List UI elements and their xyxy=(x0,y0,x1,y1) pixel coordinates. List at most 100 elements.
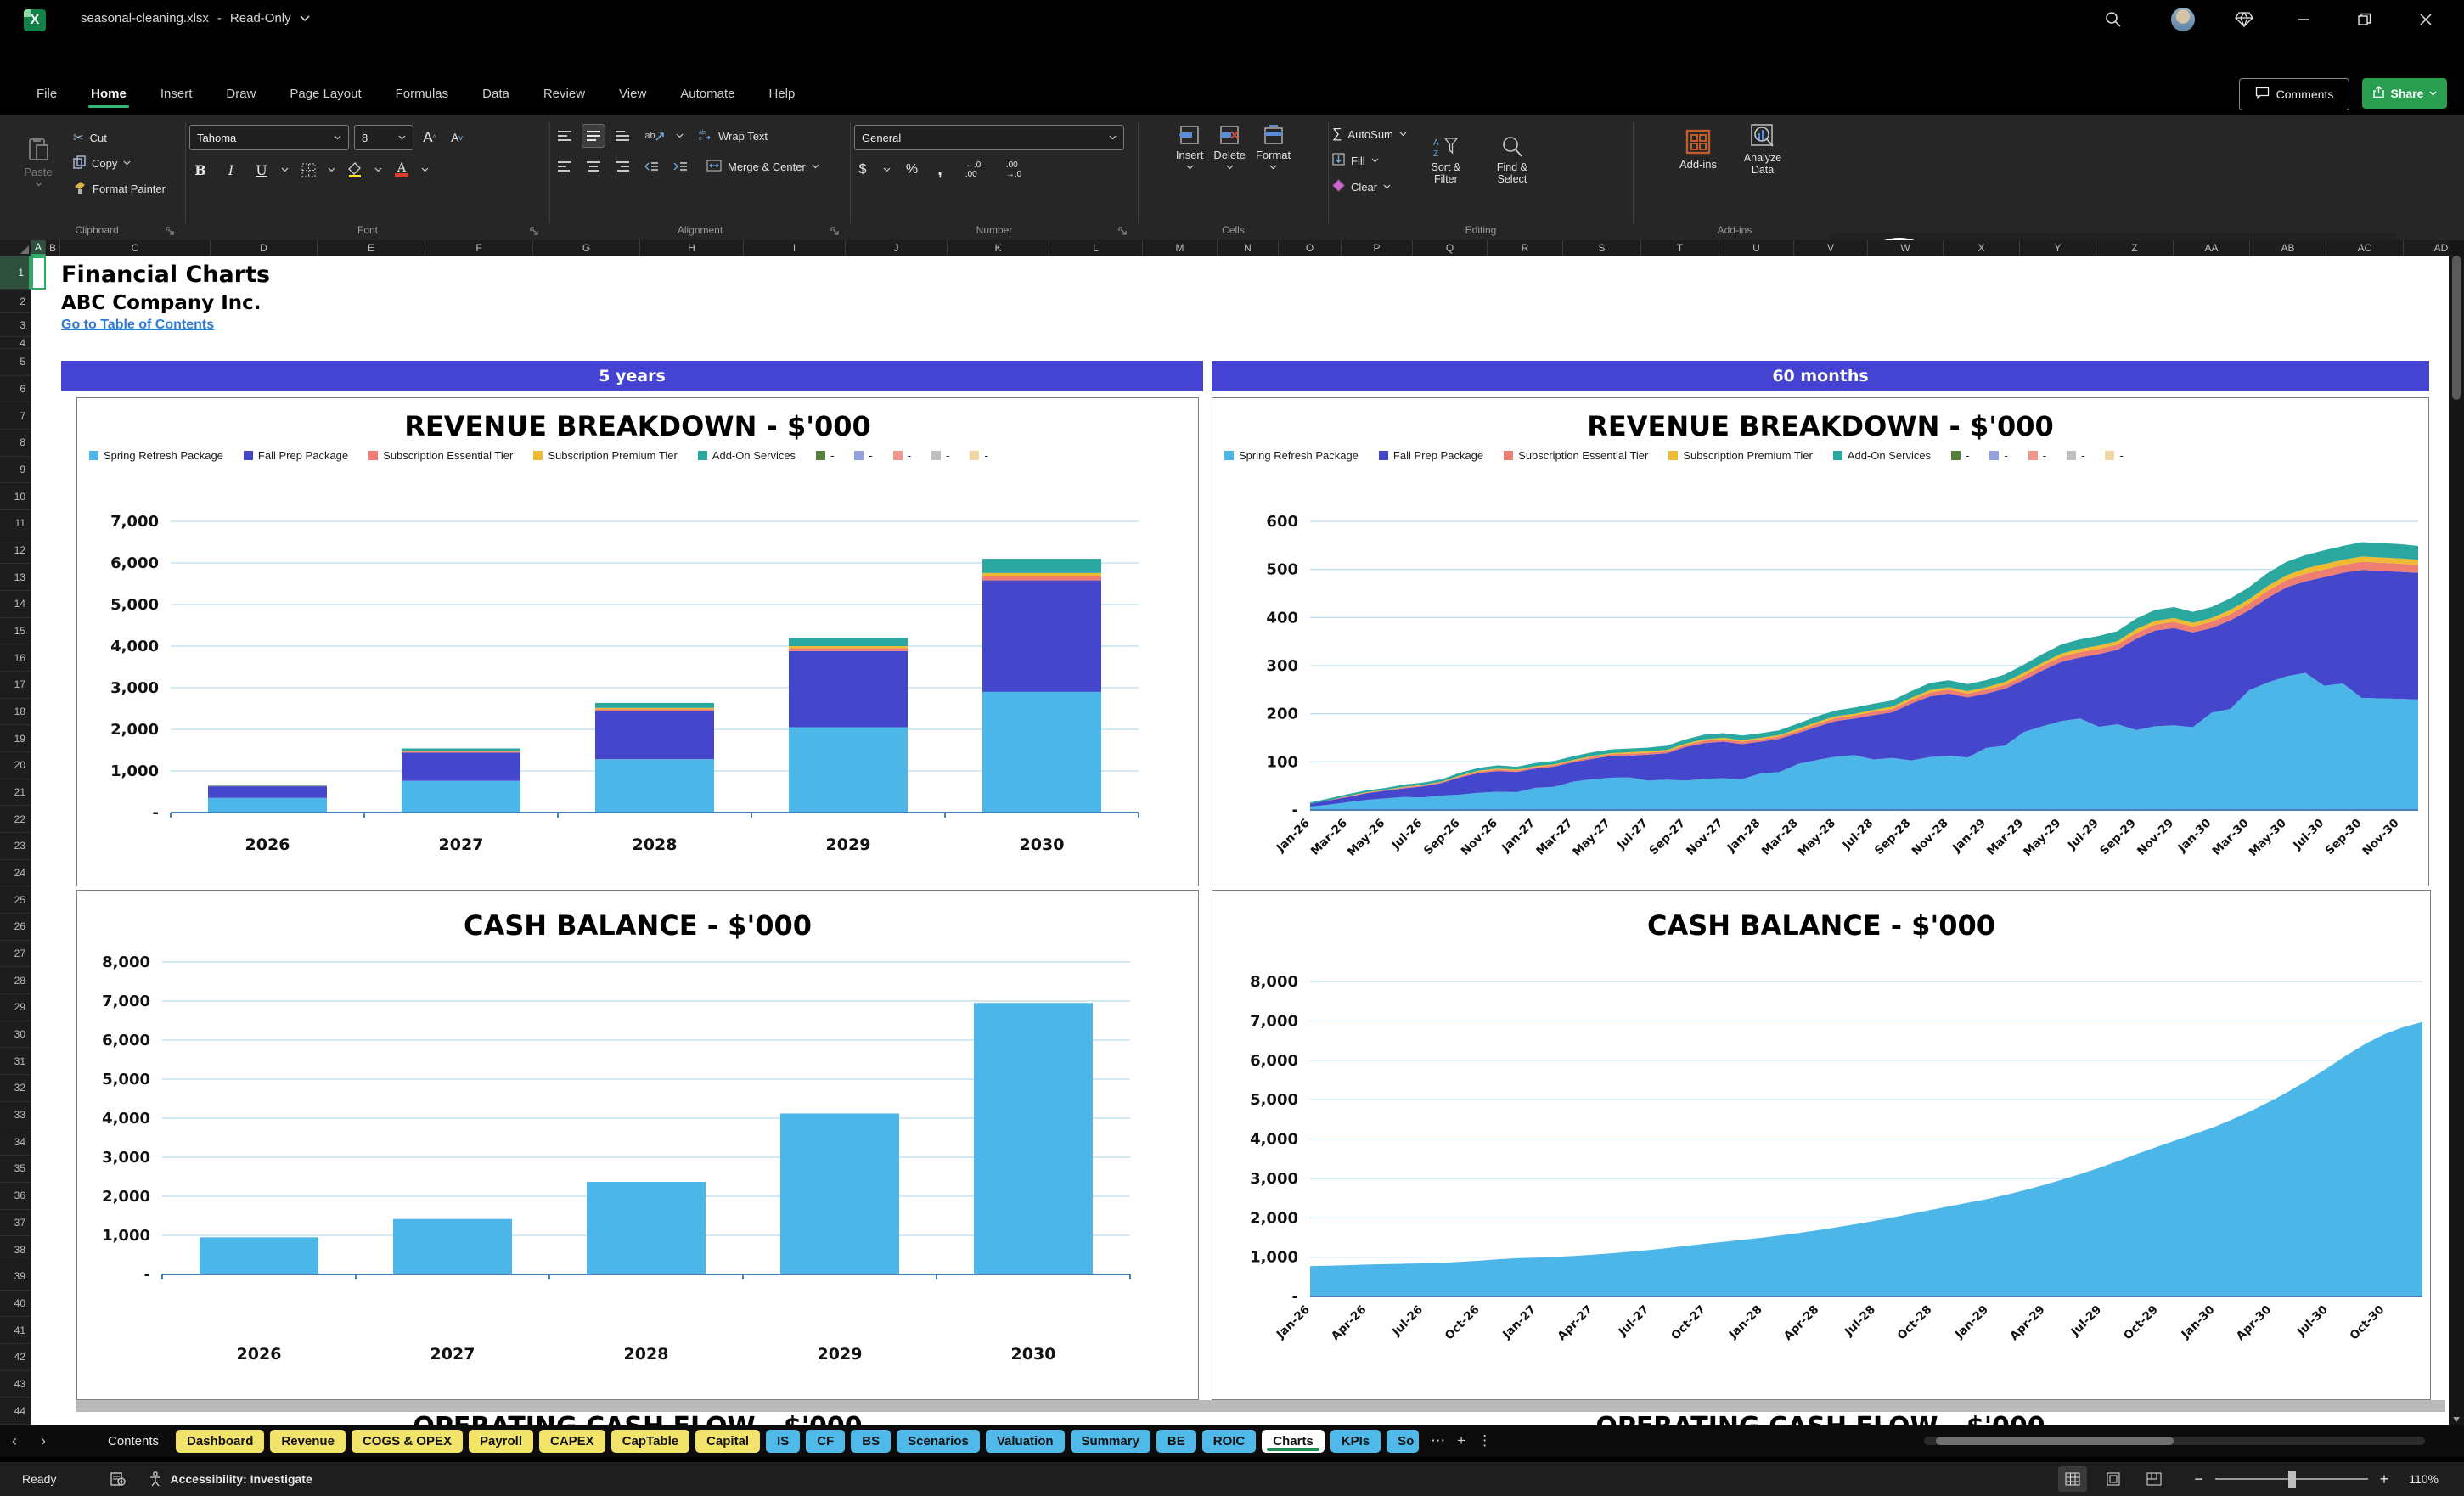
row-header-43[interactable]: 43 xyxy=(0,1371,31,1398)
comma-style-button[interactable]: , xyxy=(933,159,947,181)
sheet-tab-so[interactable]: So xyxy=(1387,1429,1420,1453)
ribbon-tab-insert[interactable]: Insert xyxy=(146,82,207,106)
row-header-37[interactable]: 37 xyxy=(0,1210,31,1237)
sheet-nav-next-icon[interactable]: › xyxy=(29,1432,58,1450)
number-dialog-launcher-icon[interactable] xyxy=(1117,225,1128,235)
column-header-S[interactable]: S xyxy=(1563,240,1641,256)
column-header-AC[interactable]: AC xyxy=(2326,240,2404,256)
ribbon-tab-file[interactable]: File xyxy=(22,82,71,106)
restore-button[interactable] xyxy=(2352,7,2377,32)
accounting-format-button[interactable]: $ xyxy=(854,159,871,181)
column-header-X[interactable]: X xyxy=(1944,240,2020,256)
column-header-P[interactable]: P xyxy=(1342,240,1413,256)
zoom-slider[interactable] xyxy=(2214,1471,2368,1488)
font-dialog-launcher-icon[interactable] xyxy=(529,225,539,235)
row-header-9[interactable]: 9 xyxy=(0,457,31,484)
sheet-tab-dashboard[interactable]: Dashboard xyxy=(176,1429,265,1453)
close-button[interactable] xyxy=(2413,7,2439,32)
column-header-U[interactable]: U xyxy=(1719,240,1794,256)
row-header-5[interactable]: 5 xyxy=(0,349,31,376)
row-header-25[interactable]: 25 xyxy=(0,886,31,914)
row-header-20[interactable]: 20 xyxy=(0,752,31,779)
row-header-35[interactable]: 35 xyxy=(0,1156,31,1183)
decrease-decimal-button[interactable]: .00 →.0 xyxy=(999,159,1028,181)
increase-font-size-button[interactable]: A ^ xyxy=(419,127,441,149)
analyze-data-button[interactable]: Analyze Data xyxy=(1735,123,1790,177)
row-header-41[interactable]: 41 xyxy=(0,1317,31,1344)
align-center-button[interactable] xyxy=(582,155,605,177)
accessibility-status[interactable]: Accessibility: Investigate xyxy=(170,1472,312,1486)
more-sheets-icon[interactable]: ⋯ xyxy=(1431,1432,1445,1449)
comments-button[interactable]: Comments xyxy=(2239,78,2349,110)
sheet-tab-charts[interactable]: Charts xyxy=(1262,1429,1325,1453)
sort-filter-button[interactable]: AZ Sort & Filter xyxy=(1419,123,1473,198)
column-header-V[interactable]: V xyxy=(1794,240,1868,256)
sheet-tab-contents[interactable]: Contents xyxy=(97,1430,170,1453)
zoom-level[interactable]: 110% xyxy=(2409,1472,2439,1486)
search-icon[interactable] xyxy=(2101,7,2126,32)
row-header-22[interactable]: 22 xyxy=(0,806,31,834)
addins-button[interactable]: Add-ins xyxy=(1679,123,1717,177)
row-header-12[interactable]: 12 xyxy=(0,537,31,565)
column-header-Q[interactable]: Q xyxy=(1413,240,1488,256)
fill-color-chevron-icon[interactable] xyxy=(374,167,382,172)
row-header-14[interactable]: 14 xyxy=(0,591,31,618)
underline-chevron-icon[interactable] xyxy=(281,167,289,172)
sheet-tab-capex[interactable]: CAPEX xyxy=(539,1429,605,1453)
sheet-tab-be[interactable]: BE xyxy=(1156,1429,1196,1453)
column-header-C[interactable]: C xyxy=(60,240,211,256)
row-header-40[interactable]: 40 xyxy=(0,1291,31,1318)
row-header-44[interactable]: 44 xyxy=(0,1398,31,1425)
sheet-tab-summary[interactable]: Summary xyxy=(1070,1429,1150,1453)
font-color-chevron-icon[interactable] xyxy=(421,167,429,172)
chart-cash-balance-monthly[interactable]: CASH BALANCE - $'000-1,000 2,000 3,000 4,00… xyxy=(1212,890,2431,1400)
row-header-31[interactable]: 31 xyxy=(0,1048,31,1076)
macro-record-icon[interactable] xyxy=(107,1468,129,1490)
page-break-preview-button[interactable] xyxy=(2140,1466,2169,1492)
vertical-scrollbar-thumb[interactable] xyxy=(2452,256,2461,400)
zoom-in-button[interactable]: + xyxy=(2380,1471,2389,1488)
ribbon-tab-review[interactable]: Review xyxy=(529,82,599,106)
decrease-indent-button[interactable] xyxy=(640,155,662,177)
align-top-button[interactable] xyxy=(554,125,576,147)
row-header-21[interactable]: 21 xyxy=(0,779,31,807)
sheet-tab-bs[interactable]: BS xyxy=(851,1429,892,1453)
font-size-select[interactable]: 8 xyxy=(354,125,413,150)
column-header-R[interactable]: R xyxy=(1488,240,1563,256)
row-header-8[interactable]: 8 xyxy=(0,430,31,457)
italic-button[interactable]: I xyxy=(220,159,242,181)
number-format-select[interactable]: General xyxy=(854,125,1124,150)
sheet-tab-revenue[interactable]: Revenue xyxy=(270,1429,346,1453)
row-header-27[interactable]: 27 xyxy=(0,941,31,968)
row-header-29[interactable]: 29 xyxy=(0,994,31,1021)
sheet-tab-payroll[interactable]: Payroll xyxy=(468,1429,533,1453)
underline-button[interactable]: U xyxy=(250,159,273,181)
row-header-36[interactable]: 36 xyxy=(0,1183,31,1210)
row-header-13[interactable]: 13 xyxy=(0,564,31,592)
sheet-tab-cogs-opex[interactable]: COGS & OPEX xyxy=(351,1429,463,1453)
column-header-AB[interactable]: AB xyxy=(2250,240,2326,256)
fill-button[interactable]: Fill xyxy=(1332,149,1407,172)
row-header-18[interactable]: 18 xyxy=(0,699,31,726)
row-header-30[interactable]: 30 xyxy=(0,1021,31,1049)
row-header-42[interactable]: 42 xyxy=(0,1344,31,1371)
row-header-32[interactable]: 32 xyxy=(0,1075,31,1102)
row-header-34[interactable]: 34 xyxy=(0,1128,31,1156)
sheet-tab-cf[interactable]: CF xyxy=(806,1429,846,1453)
column-header-AA[interactable]: AA xyxy=(2174,240,2250,256)
column-header-H[interactable]: H xyxy=(640,240,744,256)
font-name-select[interactable]: Tahoma xyxy=(189,125,349,150)
font-color-button[interactable]: A xyxy=(391,159,413,181)
paste-button[interactable]: Paste xyxy=(12,123,65,200)
column-header-L[interactable]: L xyxy=(1049,240,1143,256)
sheet-tab-roic[interactable]: ROIC xyxy=(1201,1429,1257,1453)
row-header-3[interactable]: 3 xyxy=(0,313,31,337)
align-middle-button[interactable] xyxy=(582,124,605,148)
insert-cells-button[interactable]: Insert xyxy=(1176,125,1203,170)
format-cells-button[interactable]: Format xyxy=(1256,125,1291,170)
sheet-nav-prev-icon[interactable]: ‹ xyxy=(0,1432,29,1450)
column-header-N[interactable]: N xyxy=(1218,240,1279,256)
row-header-16[interactable]: 16 xyxy=(0,644,31,672)
page-layout-view-button[interactable] xyxy=(2099,1466,2128,1492)
row-header-6[interactable]: 6 xyxy=(0,376,31,403)
